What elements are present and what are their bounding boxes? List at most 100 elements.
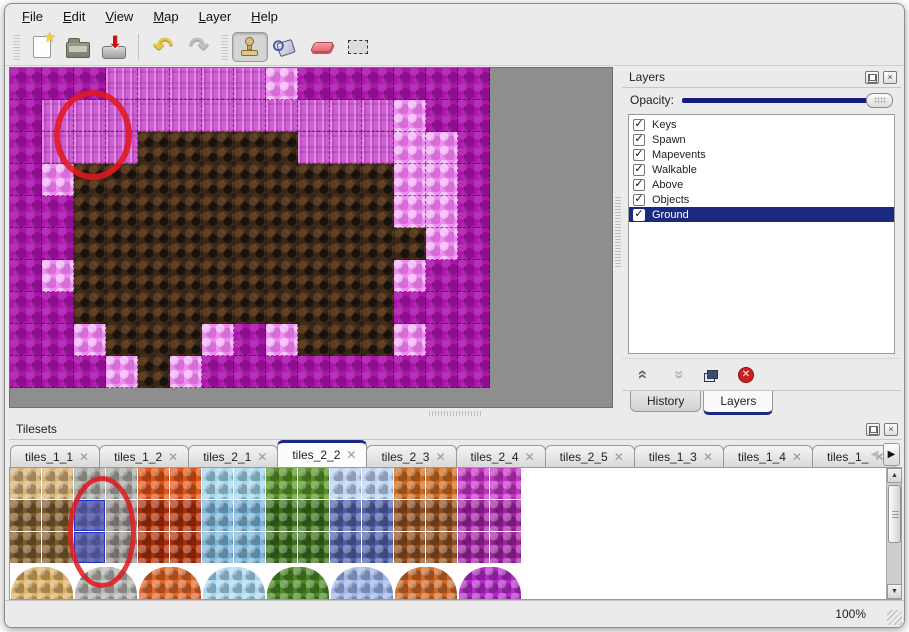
toolbar-grip[interactable]	[13, 34, 20, 60]
map-tile[interactable]	[298, 100, 330, 132]
tileset-blob-lava-orange[interactable]	[139, 567, 201, 600]
map-tile[interactable]	[42, 196, 74, 228]
map-tile[interactable]	[266, 356, 298, 388]
map-tile[interactable]	[10, 324, 42, 356]
close-panel-icon[interactable]: ×	[884, 423, 898, 436]
tileset-blob-bubble-orange[interactable]	[395, 567, 457, 600]
map-tile[interactable]	[138, 292, 170, 324]
tileset-tile-fur-tan[interactable]	[10, 532, 42, 564]
tileset-tile-lava-orange[interactable]	[138, 468, 170, 500]
map-tile[interactable]	[458, 164, 490, 196]
tileset-tile-ice-blue[interactable]	[202, 468, 234, 500]
map-tile[interactable]	[10, 132, 42, 164]
map-tile[interactable]	[170, 228, 202, 260]
map-tile[interactable]	[202, 100, 234, 132]
map-tile[interactable]	[266, 196, 298, 228]
tileset-tile-lava-orange[interactable]	[170, 468, 202, 500]
map-tile[interactable]	[42, 100, 74, 132]
map-tile[interactable]	[426, 164, 458, 196]
map-tile[interactable]	[170, 324, 202, 356]
tileset-tile-bubble-orange[interactable]	[394, 500, 426, 532]
menu-item-view[interactable]: View	[96, 6, 142, 27]
map-tile[interactable]	[106, 68, 138, 100]
scroll-tabs-right-button[interactable]: ▶	[883, 443, 900, 466]
scrollbar-thumb[interactable]	[888, 485, 901, 543]
menu-item-edit[interactable]: Edit	[54, 6, 94, 27]
tileset-tile-ice-blue[interactable]	[234, 532, 266, 564]
tileset-blob-fur-tan[interactable]	[11, 567, 73, 600]
tileset-blob-row[interactable]	[10, 565, 522, 600]
tileset-blob-vine-green[interactable]	[267, 567, 329, 600]
tileset-tile-fur-tan[interactable]	[10, 468, 42, 500]
map-tile[interactable]	[234, 356, 266, 388]
tileset-tile-stone-gray[interactable]	[74, 468, 106, 500]
map-tile[interactable]	[362, 356, 394, 388]
tileset-tile-crystal-blue[interactable]	[362, 500, 394, 532]
tab-close-icon[interactable]: ✕	[614, 451, 624, 463]
map-tile[interactable]	[106, 100, 138, 132]
map-tile[interactable]	[298, 356, 330, 388]
map-tile[interactable]	[42, 228, 74, 260]
float-panel-icon[interactable]	[866, 423, 880, 436]
map-tile[interactable]	[330, 132, 362, 164]
map-tile[interactable]	[394, 324, 426, 356]
map-tile[interactable]	[362, 292, 394, 324]
tileset-tile-crystal-blue[interactable]	[330, 468, 362, 500]
tileset-tab-tiles_2_3[interactable]: tiles_2_3✕	[366, 445, 456, 467]
tab-close-icon[interactable]: ✕	[257, 451, 267, 463]
tileset-tile-lava-orange[interactable]	[138, 500, 170, 532]
map-tile[interactable]	[426, 132, 458, 164]
tileset-scrollbar[interactable]: ▲ ▼	[886, 468, 901, 599]
tileset-tile-vine-green[interactable]	[298, 500, 330, 532]
map-tile[interactable]	[74, 196, 106, 228]
opacity-slider-handle[interactable]	[866, 93, 893, 108]
map-tile[interactable]	[138, 260, 170, 292]
redo-button[interactable]: ↷	[181, 32, 217, 62]
layer-row-mapevents[interactable]: ✓Mapevents	[629, 147, 894, 162]
map-tile[interactable]	[138, 100, 170, 132]
tileset-tile-vine-green[interactable]	[266, 468, 298, 500]
map-tile[interactable]	[106, 356, 138, 388]
tileset-tile-stone-gray[interactable]	[106, 468, 138, 500]
tileset-blob-ice-blue[interactable]	[203, 567, 265, 600]
map-tile[interactable]	[202, 132, 234, 164]
layer-visibility-checkbox[interactable]: ✓	[633, 134, 645, 146]
map-tile[interactable]	[394, 196, 426, 228]
tileset-tile-vine-green[interactable]	[298, 532, 330, 564]
map-tile[interactable]	[74, 132, 106, 164]
map-tile[interactable]	[106, 196, 138, 228]
tab-close-icon[interactable]: ✕	[168, 451, 178, 463]
layer-visibility-checkbox[interactable]: ✓	[633, 149, 645, 161]
tileset-tile-fur-tan[interactable]	[10, 500, 42, 532]
tileset-tile-vine-green[interactable]	[266, 500, 298, 532]
map-tile[interactable]	[170, 356, 202, 388]
map-tile[interactable]	[234, 100, 266, 132]
layer-row-walkable[interactable]: ✓Walkable	[629, 162, 894, 177]
tileset-tile-fur-tan[interactable]	[42, 500, 74, 532]
map-tile[interactable]	[330, 196, 362, 228]
map-tile[interactable]	[74, 324, 106, 356]
tileset-blob-crystal-blue[interactable]	[331, 567, 393, 600]
map-tile[interactable]	[138, 164, 170, 196]
map-tile[interactable]	[202, 164, 234, 196]
map-tile[interactable]	[234, 292, 266, 324]
layer-visibility-checkbox[interactable]: ✓	[633, 179, 645, 191]
map-canvas[interactable]	[10, 68, 491, 389]
map-tile[interactable]	[202, 324, 234, 356]
map-tile[interactable]	[266, 260, 298, 292]
map-tile[interactable]	[266, 228, 298, 260]
map-tile[interactable]	[106, 132, 138, 164]
map-tile[interactable]	[330, 324, 362, 356]
map-tile[interactable]	[138, 356, 170, 388]
dock-tab-history[interactable]: History	[630, 391, 701, 412]
map-tile[interactable]	[330, 356, 362, 388]
map-tile[interactable]	[42, 68, 74, 100]
tileset-tile-bubble-orange[interactable]	[426, 532, 458, 564]
tileset-tile-stone-gray[interactable]	[74, 500, 106, 532]
tileset-tile-ice-blue[interactable]	[202, 532, 234, 564]
map-tile[interactable]	[42, 132, 74, 164]
map-tile[interactable]	[458, 196, 490, 228]
map-tile[interactable]	[170, 164, 202, 196]
tileset-blob-stone-gray[interactable]	[75, 567, 137, 600]
map-tile[interactable]	[106, 324, 138, 356]
